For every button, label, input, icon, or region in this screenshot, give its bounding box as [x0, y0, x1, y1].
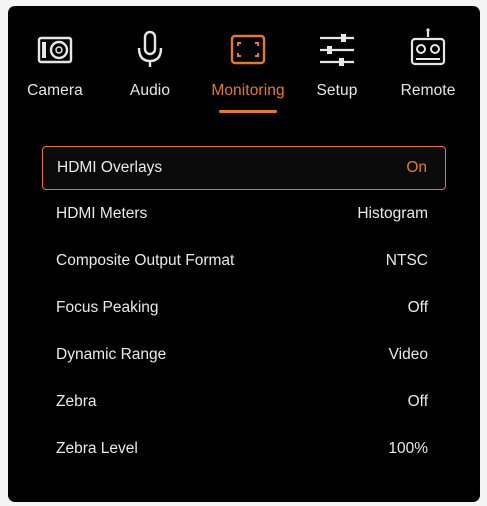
setting-value: Histogram	[357, 205, 428, 222]
setting-row-hdmi-overlays[interactable]: HDMI Overlays On	[42, 146, 446, 190]
sliders-icon	[320, 34, 354, 66]
tab-audio[interactable]: Audio	[105, 28, 195, 118]
remote-control-icon	[410, 28, 446, 66]
setting-row-zebra-level[interactable]: Zebra Level 100%	[42, 428, 446, 472]
settings-panel: Camera Audio Monitoring Setup Remote HDM…	[8, 6, 480, 502]
setting-row-composite-output-format[interactable]: Composite Output Format NTSC	[42, 240, 446, 284]
setting-value: Off	[407, 299, 428, 316]
setting-row-dynamic-range[interactable]: Dynamic Range Video	[42, 334, 446, 378]
setting-name: HDMI Overlays	[57, 159, 163, 176]
setting-row-hdmi-meters[interactable]: HDMI Meters Histogram	[42, 193, 446, 237]
tab-bar: Camera Audio Monitoring Setup Remote	[8, 6, 480, 126]
setting-name: Zebra	[56, 393, 97, 410]
setting-name: HDMI Meters	[56, 205, 148, 222]
setting-value: 100%	[388, 440, 428, 457]
monitor-frame-icon	[230, 34, 266, 65]
tab-setup[interactable]: Setup	[292, 28, 382, 118]
setting-value: NTSC	[385, 252, 428, 269]
setting-value: Off	[407, 393, 428, 410]
setting-row-zebra[interactable]: Zebra Off	[42, 381, 446, 425]
setting-name: Zebra Level	[56, 440, 138, 457]
tab-label: Camera	[27, 82, 83, 99]
setting-name: Dynamic Range	[56, 346, 167, 363]
tab-label: Remote	[400, 82, 456, 99]
setting-row-focus-peaking[interactable]: Focus Peaking Off	[42, 287, 446, 331]
tab-monitoring[interactable]: Monitoring	[203, 28, 293, 118]
setting-name: Composite Output Format	[56, 252, 235, 269]
setting-name: Focus Peaking	[56, 299, 159, 316]
setting-value: On	[406, 159, 427, 176]
tab-remote[interactable]: Remote	[383, 28, 473, 118]
camera-icon	[37, 36, 73, 64]
microphone-icon	[137, 30, 163, 67]
tab-camera[interactable]: Camera	[10, 28, 100, 118]
tab-label: Setup	[316, 82, 358, 99]
active-tab-underline	[219, 110, 277, 113]
tab-label: Audio	[129, 82, 171, 99]
tab-label: Monitoring	[211, 82, 285, 99]
setting-value: Video	[388, 346, 428, 363]
